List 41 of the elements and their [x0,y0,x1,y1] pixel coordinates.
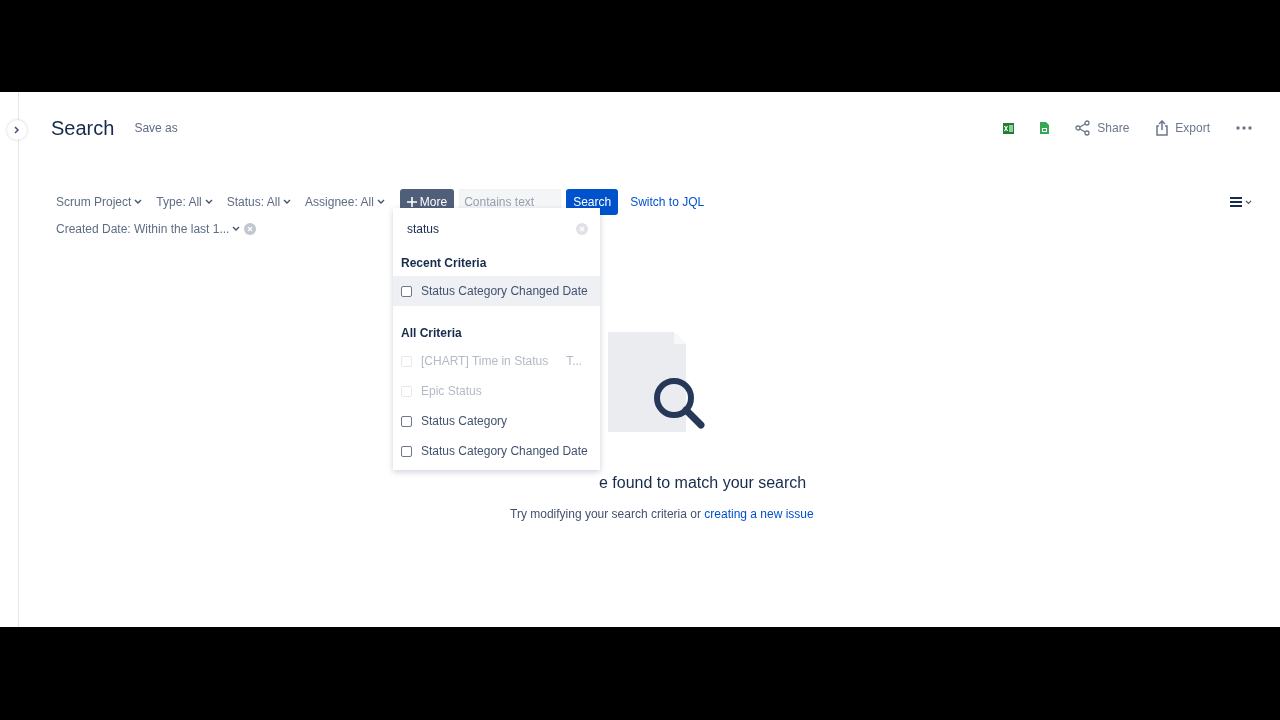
share-button[interactable]: Share [1073,118,1132,138]
export-button[interactable]: Export [1153,118,1212,138]
list-view-button[interactable] [1230,197,1252,207]
chevron-down-icon [376,199,385,205]
more-icon[interactable] [1234,124,1254,132]
checkbox[interactable] [401,445,412,457]
chevron-down-icon [204,199,213,205]
create-issue-link[interactable]: creating a new issue [704,507,814,521]
option-label: Epic Status [421,384,482,398]
empty-state-heading: e found to match your search [599,474,807,492]
chevron-down-icon [283,199,292,205]
option-label: Status Category Changed Date [421,444,588,458]
share-icon [1075,120,1092,136]
export-icon [1155,120,1170,136]
option-label: [CHART] Time in Status [421,354,549,368]
chevron-down-icon [134,199,143,205]
section-heading: All Criteria [400,326,463,340]
option-label: Status Category Changed Date [421,284,588,298]
save-as-link[interactable]: Save as [134,121,178,135]
chevron-down-icon [1245,199,1252,205]
filter-dropdown[interactable]: Status: All [226,195,292,209]
option-label: Status Category [421,414,508,428]
switch-to-jql-link[interactable]: Switch to JQL [630,195,705,209]
checkbox[interactable] [401,285,412,297]
filter-dropdown[interactable]: Scrum Project [56,195,143,209]
excel-icon[interactable] [1001,120,1017,136]
empty-state-text: Try modifying your search criteria or creating a new issue [510,507,814,521]
page-title: Search [51,116,115,140]
chevron-down-icon [232,226,241,232]
filter-dropdown[interactable]: Type: All [156,195,213,209]
spreadsheet-icon[interactable] [1038,120,1052,136]
filter-dropdown[interactable]: Created Date: Within the last 1... [56,222,241,236]
chevron-right-icon [14,126,20,134]
criteria-option[interactable]: Status Category Changed Date [393,276,600,306]
criteria-option[interactable]: Status Category [393,406,600,436]
section-heading: Recent Criteria [400,256,488,270]
expand-sidebar-button[interactable] [7,120,27,140]
filter-dropdown[interactable]: Assignee: All [305,195,385,209]
option-note: T... [566,354,583,368]
checkbox[interactable] [401,415,412,427]
criteria-option[interactable]: Status Category Changed Date [393,436,600,466]
